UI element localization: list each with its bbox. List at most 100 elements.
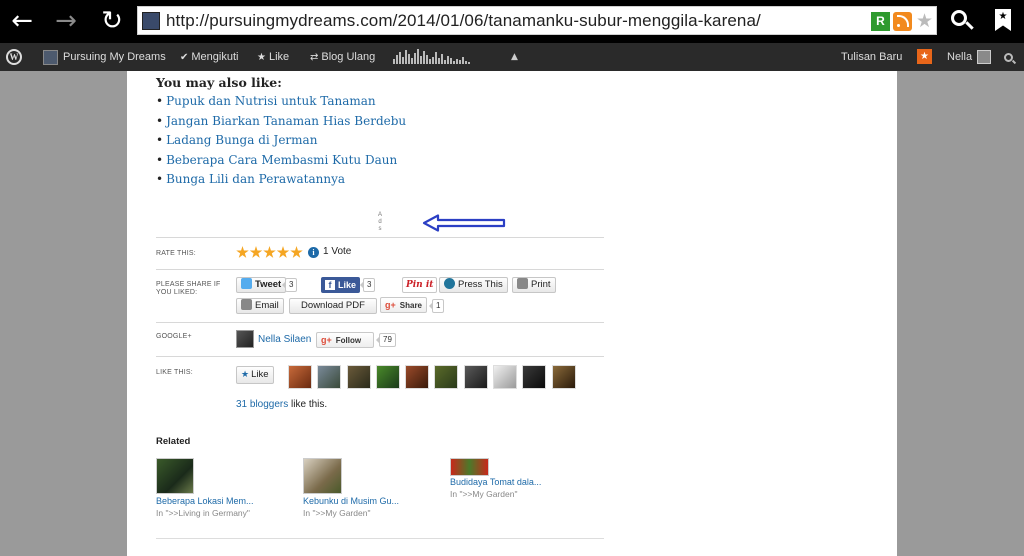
sparkline-bar <box>441 54 443 64</box>
sparkline-bar <box>465 61 467 64</box>
check-icon: ✔ <box>180 52 189 63</box>
also-like-link[interactable]: Beberapa Cara Membasmi Kutu Daun <box>166 153 397 167</box>
liker-avatar[interactable] <box>463 365 488 389</box>
list-item: • Jangan Biarkan Tanaman Hias Berdebu <box>156 113 407 128</box>
like-button[interactable]: ★ Like <box>257 43 289 71</box>
also-like-list: • Pupuk dan Nutrisi untuk Tanaman • Jangan… <box>156 94 406 192</box>
extension-icon[interactable]: R <box>871 12 890 31</box>
annotation-arrow-icon <box>422 214 506 232</box>
related-post-title[interactable]: Kebunku di Musim Gu... <box>303 496 399 506</box>
liker-avatar[interactable] <box>493 365 518 389</box>
address-bar[interactable]: http://pursuingmydreams.com/2014/01/06/t… <box>137 6 937 35</box>
also-like-link[interactable]: Ladang Bunga di Jerman <box>166 133 317 147</box>
google-plus-icon: g+ <box>385 300 396 310</box>
new-post-icon[interactable]: ★ <box>917 49 932 64</box>
url-text[interactable]: http://pursuingmydreams.com/2014/01/06/t… <box>166 11 761 31</box>
new-post-link[interactable]: Tulisan Baru <box>841 43 902 71</box>
liker-avatar[interactable] <box>288 365 312 389</box>
reblog-button[interactable]: ⇄ Blog Ulang <box>310 43 375 71</box>
star-icon: ★ <box>257 52 266 63</box>
search-icon[interactable] <box>946 6 976 36</box>
sparkline-bar <box>450 58 452 64</box>
star-icon[interactable] <box>236 246 249 258</box>
sparkline-bar <box>423 51 425 64</box>
bookmark-star-outline-icon[interactable]: ★ <box>915 12 934 31</box>
wordpress-logo-icon[interactable]: W <box>6 49 22 65</box>
liker-avatar[interactable] <box>405 365 430 389</box>
back-arrow-icon[interactable]: ← <box>6 6 38 36</box>
sparkline-bar <box>468 62 470 64</box>
related-post-title[interactable]: Budidaya Tomat dala... <box>450 477 541 487</box>
stats-sparkline[interactable] <box>393 49 471 65</box>
bloggers-link[interactable]: 31 bloggers <box>236 399 288 410</box>
tweet-count: 3 <box>281 278 298 292</box>
list-item: • Bunga Lili dan Perawatannya <box>156 172 345 186</box>
star-icon[interactable] <box>249 246 263 258</box>
info-icon[interactable]: i <box>308 247 319 258</box>
sparkline-bar <box>396 55 398 64</box>
related-thumbnail[interactable] <box>450 458 489 476</box>
sparkline-bar <box>414 53 416 64</box>
rating-stars[interactable] <box>236 246 304 260</box>
sparkline-bar <box>420 56 422 64</box>
author-avatar[interactable] <box>236 330 254 348</box>
liker-avatar[interactable] <box>346 365 371 389</box>
author-name-link[interactable]: Nella Silaen <box>258 334 311 345</box>
scroll-to-top-icon[interactable]: ▲ <box>511 52 518 62</box>
liker-avatars <box>288 365 581 389</box>
related-thumbnail[interactable] <box>156 458 194 494</box>
follow-button[interactable]: ✔ Mengikuti <box>180 43 238 71</box>
sparkline-bar <box>408 54 410 64</box>
sparkline-bar <box>432 57 434 64</box>
star-icon[interactable] <box>263 246 276 258</box>
rss-feed-icon[interactable] <box>893 12 912 31</box>
list-item: • Pupuk dan Nutrisi untuk Tanaman <box>156 94 376 108</box>
facebook-like-button[interactable]: f Like <box>321 277 361 293</box>
ads-label: A d s <box>378 212 383 232</box>
liker-avatar[interactable] <box>317 365 342 389</box>
print-button[interactable]: Print <box>512 277 556 293</box>
sparkline-bar <box>426 55 428 64</box>
also-like-link[interactable]: Bunga Lili dan Perawatannya <box>166 172 345 186</box>
follow-label: Mengikuti <box>191 51 239 63</box>
liker-avatar[interactable] <box>375 365 400 389</box>
sparkline-bar <box>393 59 395 64</box>
sparkline-bar <box>447 56 449 64</box>
related-thumbnail[interactable] <box>303 458 342 494</box>
like-button[interactable]: ★ Like <box>236 366 274 384</box>
pinterest-button[interactable]: Pin it <box>402 277 438 293</box>
google-plus-follow-button[interactable]: g+ Follow <box>316 332 374 348</box>
reload-icon[interactable]: ↻ <box>96 6 128 36</box>
star-icon[interactable] <box>276 246 290 258</box>
liker-avatar[interactable] <box>434 365 459 389</box>
share-row: PLEASE SHARE IF YOU LIKED: Tweet 3 f Like … <box>156 269 604 322</box>
related-post-category: In ">>My Garden" <box>303 508 371 518</box>
google-plus-share-button[interactable]: g+ Share <box>380 297 427 313</box>
wordpress-admin-bar: W Pursuing My Dreams ✔ Mengikuti ★ Like ⇄ B… <box>0 43 1024 71</box>
star-icon[interactable] <box>290 246 303 258</box>
tweet-button[interactable]: Tweet <box>236 277 287 293</box>
related-title: Related <box>156 436 191 447</box>
vote-count: 1 Vote <box>323 246 352 257</box>
liker-avatar[interactable] <box>522 365 547 389</box>
bookmark-star-icon[interactable]: ★ <box>990 7 1016 35</box>
liker-avatar[interactable] <box>551 365 576 389</box>
site-name-link[interactable]: Pursuing My Dreams <box>63 43 166 71</box>
press-this-button[interactable]: Press This <box>439 277 508 293</box>
also-like-link[interactable]: Jangan Biarkan Tanaman Hias Berdebu <box>166 114 406 128</box>
share-label: PLEASE SHARE IF YOU LIKED: <box>156 281 221 296</box>
page-content: You may also like: • Pupuk dan Nutrisi un… <box>127 71 897 556</box>
also-like-link[interactable]: Pupuk dan Nutrisi untuk Tanaman <box>166 94 376 108</box>
google-plus-share-count: 1 <box>428 299 445 313</box>
user-avatar[interactable] <box>977 50 991 64</box>
email-button[interactable]: Email <box>236 298 284 314</box>
admin-search-icon[interactable] <box>1004 53 1013 62</box>
sparkline-bar <box>405 50 407 64</box>
download-pdf-button[interactable]: Download PDF <box>289 298 377 314</box>
sparkline-bar <box>438 58 440 64</box>
sparkline-bar <box>459 60 461 64</box>
sparkline-bar <box>429 59 431 64</box>
related-post-title[interactable]: Beberapa Lokasi Mem... <box>156 496 254 506</box>
forward-arrow-icon[interactable]: → <box>50 6 82 36</box>
user-name[interactable]: Nella <box>947 43 972 71</box>
